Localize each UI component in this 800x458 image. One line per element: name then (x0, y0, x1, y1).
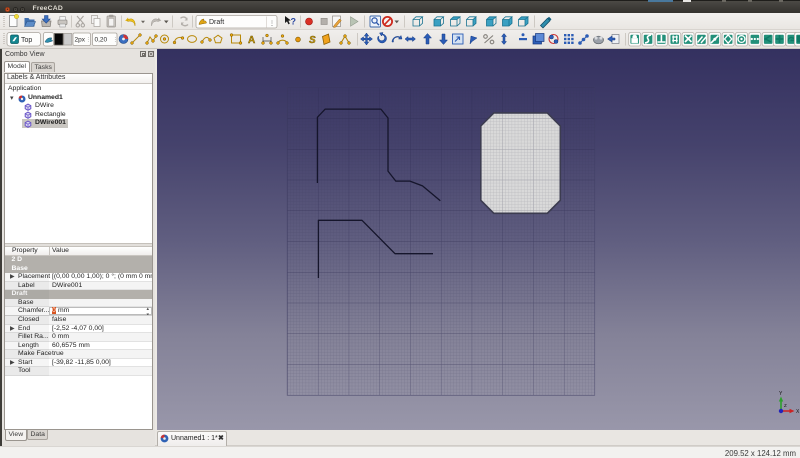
svg-text:Draft: Draft (209, 19, 224, 26)
svg-text:⋮: ⋮ (113, 38, 119, 44)
svg-text:Top: Top (21, 37, 32, 44)
svg-text:A: A (248, 35, 255, 46)
svg-text:S: S (309, 35, 316, 46)
svg-text:⋮: ⋮ (86, 38, 92, 44)
svg-text:?: ? (291, 17, 297, 27)
svg-text:0,20: 0,20 (95, 37, 108, 44)
svg-text:Z: Z (784, 403, 787, 408)
svg-text:⋮: ⋮ (269, 21, 275, 27)
svg-text:2px: 2px (75, 37, 86, 44)
